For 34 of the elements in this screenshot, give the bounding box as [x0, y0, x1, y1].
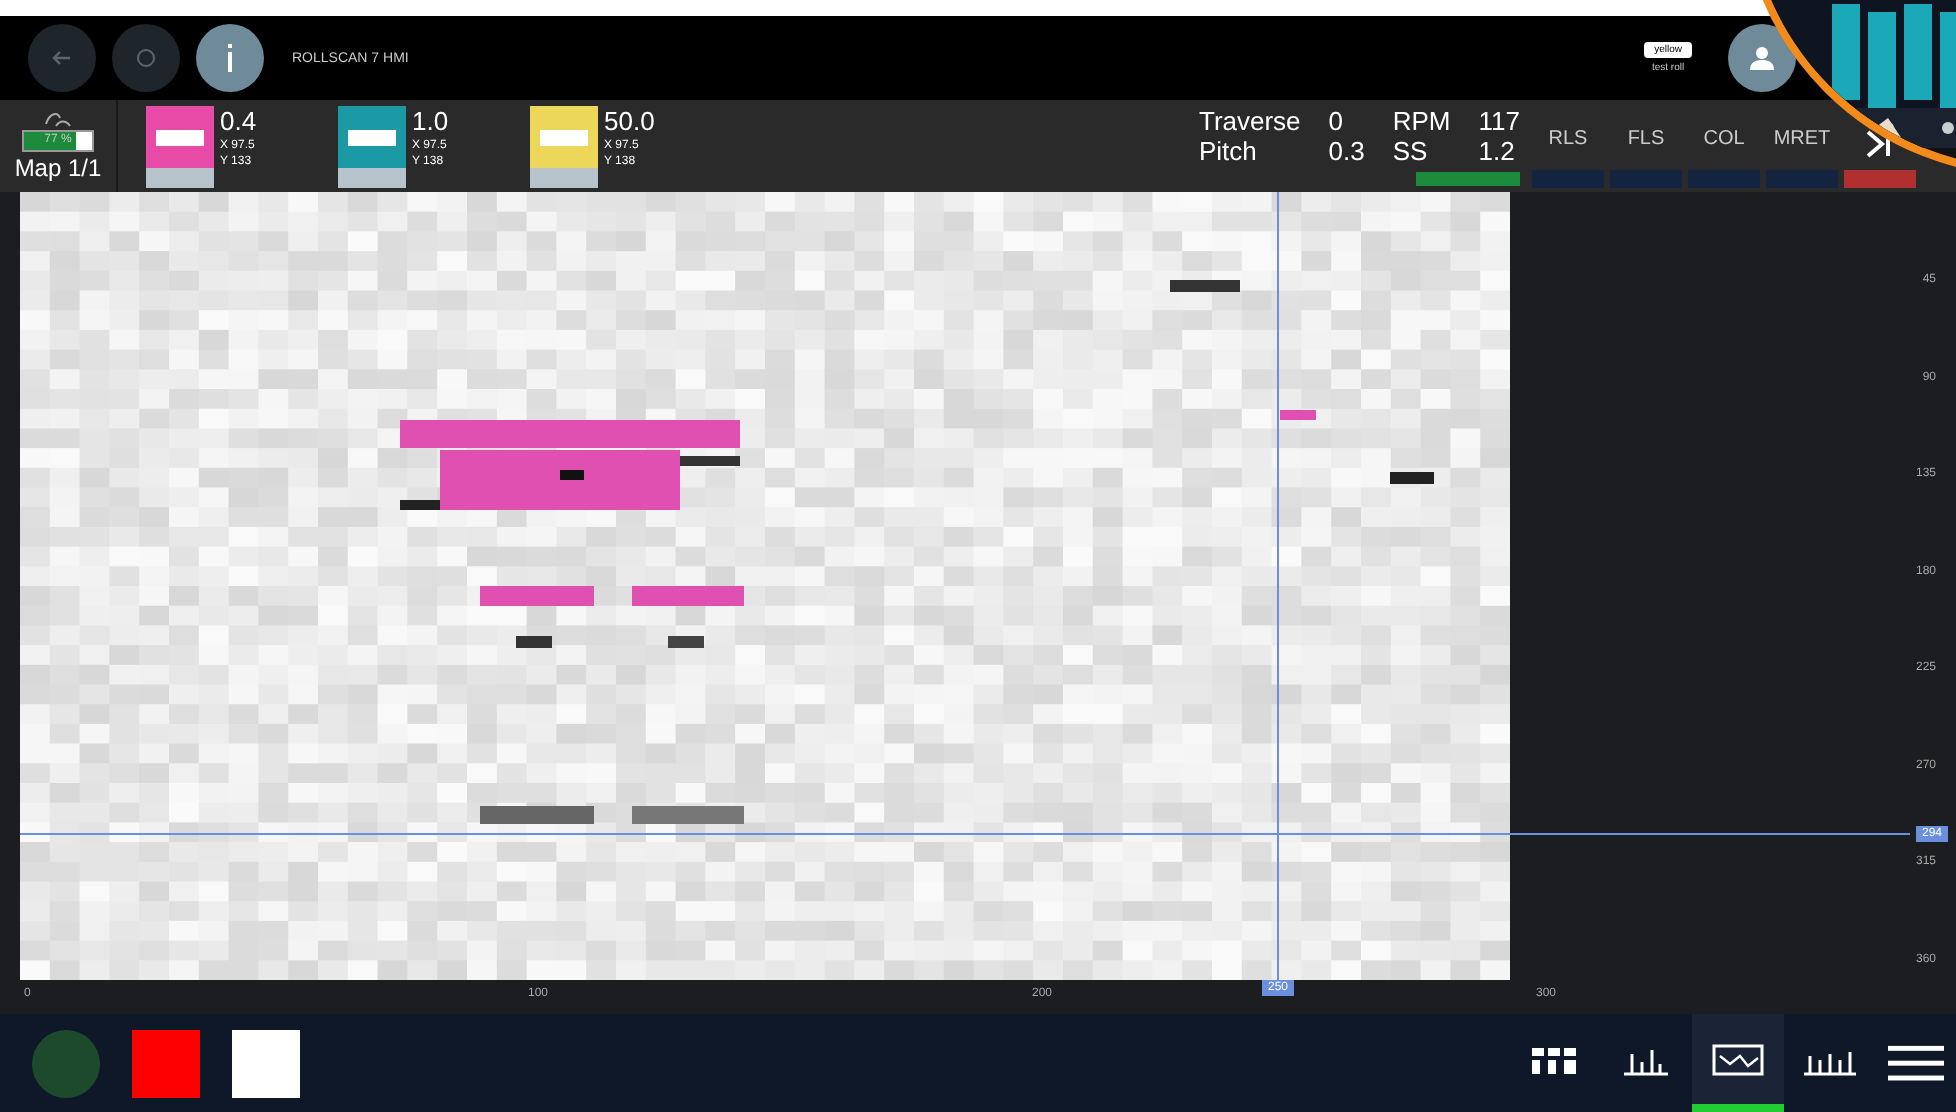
reading-label: SS: [1392, 136, 1430, 166]
tool-swatch[interactable]: [146, 106, 214, 188]
grid-icon: [1530, 1043, 1578, 1075]
indicator-label: RLS: [1548, 128, 1588, 150]
indicator-label: COL: [1703, 128, 1745, 150]
user-icon: [1750, 46, 1774, 70]
refresh-icon: [134, 46, 158, 70]
tool-value: 1.0: [412, 106, 449, 136]
indicator-bar: [1844, 170, 1916, 188]
skip-end-icon[interactable]: [1866, 130, 1894, 158]
info-button[interactable]: [196, 24, 264, 92]
map-label: Map 1/1: [14, 154, 102, 182]
tool-swatch[interactable]: [338, 106, 406, 188]
reading-label: Traverse: [1198, 106, 1301, 136]
indicator-label: FLS: [1627, 128, 1665, 150]
user-button[interactable]: [1728, 24, 1796, 92]
back-arrow-icon: [50, 46, 74, 70]
color-dot[interactable]: [32, 1029, 100, 1097]
line-chart-icon: [1712, 1043, 1764, 1075]
status-bar: [1416, 172, 1520, 186]
color-swatch[interactable]: [232, 1029, 300, 1097]
reading-value: 0.3: [1328, 136, 1365, 166]
reading-value: 117: [1478, 106, 1520, 136]
tool-value: 0.4: [220, 106, 257, 136]
tool-swatch[interactable]: [530, 106, 598, 188]
reading-label: RPM: [1392, 106, 1451, 136]
indicator-label: MRET: [1773, 128, 1831, 150]
color-swatch[interactable]: [132, 1029, 200, 1097]
info-icon: [224, 44, 236, 72]
view-tab[interactable]: [1692, 1014, 1784, 1112]
tool-value: 50.0: [604, 106, 655, 136]
reading-value: 1.2: [1478, 136, 1517, 166]
reading-label: Pitch: [1198, 136, 1259, 166]
reading-value: 0: [1328, 106, 1346, 136]
